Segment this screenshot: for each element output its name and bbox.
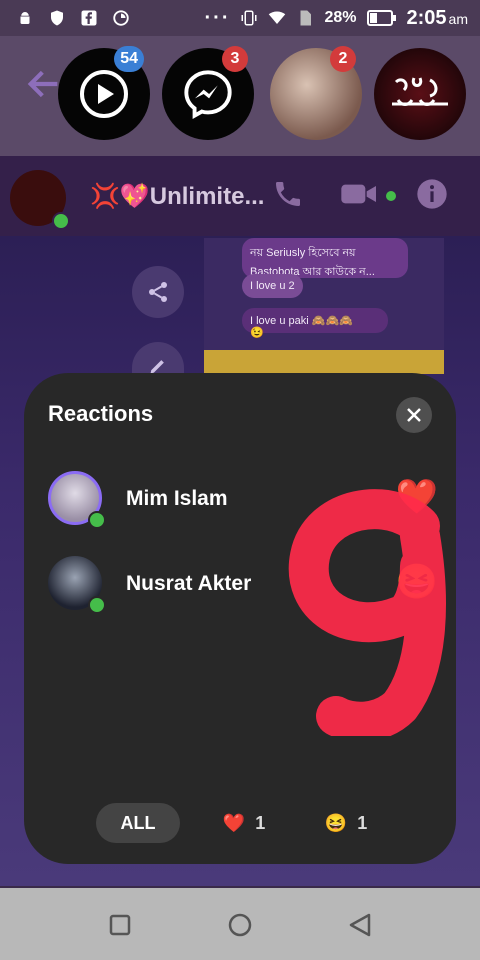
message-preview: নয় Seriusly হিসেবে নয় Bastobota আর কাউ… <box>204 238 444 374</box>
unread-badge: 3 <box>222 46 248 72</box>
online-indicator <box>52 212 70 230</box>
heart-emoji: ❤️ <box>222 812 246 833</box>
online-indicator <box>88 596 106 614</box>
phone-icon[interactable] <box>272 178 304 210</box>
close-button[interactable] <box>396 397 432 433</box>
recents-icon[interactable] <box>103 908 137 942</box>
tab-laugh[interactable]: 😆 1 <box>316 803 376 843</box>
message-bubble: নয় Seriusly হিসেবে নয় Bastobota আর কাউ… <box>242 238 408 278</box>
gif-strip <box>204 350 444 374</box>
chat-title[interactable]: 💢💖Unlimite... <box>90 182 264 211</box>
share-icon <box>149 282 167 302</box>
tab-heart[interactable]: ❤️ 1 <box>214 803 274 843</box>
laugh-emoji: 😆 <box>324 812 348 833</box>
more-icon: ··· <box>204 6 231 29</box>
tab-all[interactable]: ALL <box>96 803 180 843</box>
clock: 2:05 am <box>406 6 468 29</box>
sim-icon <box>300 10 312 26</box>
unread-badge: 54 <box>114 46 144 72</box>
modal-title: Reactions <box>48 401 154 426</box>
home-icon[interactable] <box>223 908 257 942</box>
reactor-name: Mim Islam <box>126 487 228 510</box>
wifi-icon <box>269 11 286 24</box>
share-button[interactable] <box>132 266 184 318</box>
battery-icon <box>366 10 396 26</box>
eid-mubarak-head[interactable] <box>374 48 466 140</box>
online-indicator <box>88 511 106 529</box>
chat-header: 💢💖Unlimite... <box>0 156 480 236</box>
timer-icon <box>113 10 129 26</box>
vibrate-icon <box>241 10 257 26</box>
red-scribble-annotation <box>288 489 446 736</box>
messenger-head[interactable]: 3 <box>162 46 254 140</box>
shield-icon <box>51 10 63 26</box>
heart-count: 1 <box>255 812 266 833</box>
unread-badge: 2 <box>330 46 356 72</box>
android-icon <box>20 12 30 24</box>
video-icon[interactable] <box>340 178 380 210</box>
navigation-bar <box>0 888 480 960</box>
play-head[interactable]: 54 <box>58 46 150 140</box>
info-icon[interactable] <box>416 178 448 210</box>
messenger-icon <box>184 70 232 119</box>
close-icon <box>407 408 421 422</box>
chat-heads-bar: 54 3 2 <box>0 36 480 192</box>
status-bar: ··· 28% 2:05 am <box>0 0 480 36</box>
play-icon <box>80 70 128 118</box>
battery-percent: 28% <box>324 9 357 26</box>
chat-avatar[interactable] <box>10 170 70 230</box>
couple-photo-head[interactable]: 2 <box>270 46 362 140</box>
message-emoji: 😉 <box>250 327 264 339</box>
laugh-count: 1 <box>357 812 368 833</box>
video-online-dot <box>386 191 396 201</box>
facebook-icon <box>81 10 97 26</box>
eid-mubarak-logo <box>392 77 448 106</box>
back-icon[interactable] <box>343 908 377 942</box>
reactor-name: Nusrat Akter <box>126 572 252 595</box>
message-bubble: I love u 2 <box>242 274 303 298</box>
